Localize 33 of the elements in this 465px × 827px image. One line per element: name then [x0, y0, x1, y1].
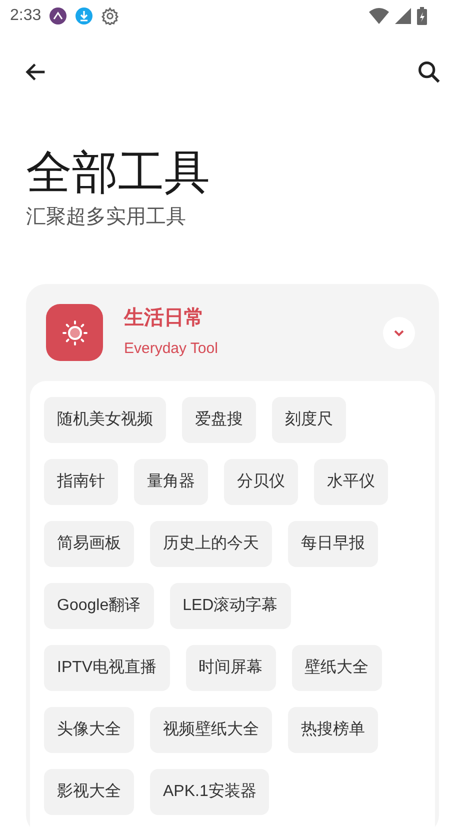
- status-time: 2:33: [10, 6, 42, 26]
- download-icon: [75, 7, 94, 25]
- tool-chip[interactable]: 影视大全: [44, 769, 134, 815]
- signal-icon: [395, 8, 411, 24]
- page-title: 全部工具: [26, 145, 211, 200]
- category-subtitle: Everyday Tool: [124, 339, 219, 360]
- page-subtitle: 汇聚超多实用工具: [26, 205, 187, 230]
- wifi-icon: [369, 8, 389, 24]
- expand-toggle[interactable]: [383, 316, 415, 348]
- tool-chip[interactable]: 每日早报: [288, 521, 378, 567]
- sun-icon: [62, 320, 88, 346]
- category-title: 生活日常: [124, 306, 205, 332]
- tool-chip[interactable]: 简易画板: [44, 521, 134, 567]
- tool-chip[interactable]: 分贝仪: [224, 459, 298, 505]
- tool-chip[interactable]: 热搜榜单: [288, 707, 378, 753]
- tool-chip[interactable]: Google翻译: [44, 583, 154, 629]
- tool-chip[interactable]: 壁纸大全: [292, 645, 382, 691]
- tool-chip[interactable]: 爱盘搜: [182, 397, 256, 443]
- tool-chip[interactable]: 头像大全: [44, 707, 134, 753]
- tool-chip[interactable]: APK.1安装器: [150, 769, 270, 815]
- app-notification-icon: [49, 7, 68, 25]
- tool-chip[interactable]: 水平仪: [314, 459, 388, 505]
- tool-chip[interactable]: 时间屏幕: [186, 645, 276, 691]
- tool-chip[interactable]: 随机美女视频: [44, 397, 166, 443]
- battery-icon: [417, 7, 427, 25]
- tool-chip[interactable]: 刻度尺: [272, 397, 346, 443]
- tool-chip[interactable]: 指南针: [44, 459, 118, 505]
- settings-icon: [101, 7, 120, 25]
- tool-chip[interactable]: 量角器: [134, 459, 208, 505]
- tool-chip[interactable]: 视频壁纸大全: [150, 707, 272, 753]
- tool-chip[interactable]: LED滚动字幕: [170, 583, 291, 629]
- tool-chip[interactable]: IPTV电视直播: [44, 645, 170, 691]
- tool-chip[interactable]: 历史上的今天: [150, 521, 272, 567]
